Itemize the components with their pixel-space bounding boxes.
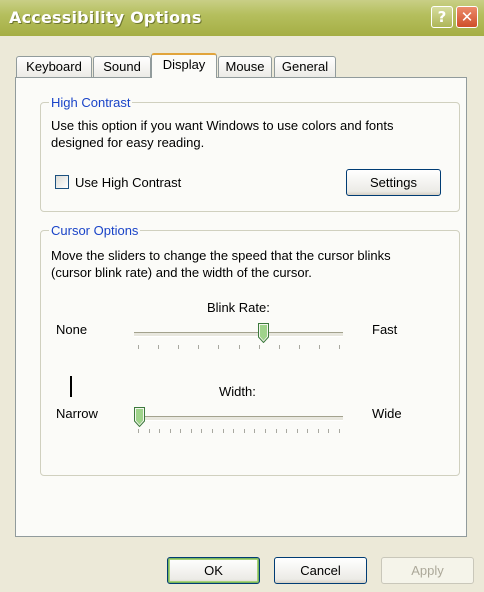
slider-tick <box>318 429 319 433</box>
slider-tick <box>201 429 202 433</box>
slider-tick <box>212 429 213 433</box>
width-track <box>134 416 343 421</box>
width-ticks <box>138 429 340 434</box>
tab-sound[interactable]: Sound <box>93 56 151 77</box>
slider-tick <box>159 429 160 433</box>
tab-display[interactable]: Display <box>151 53 217 78</box>
high-contrast-description-line2: designed for easy reading. <box>51 135 205 150</box>
window-title: Accessibility Options <box>9 8 202 27</box>
cursor-preview <box>70 376 72 397</box>
cursor-options-description-line1: Move the sliders to change the speed tha… <box>51 248 391 263</box>
slider-tick <box>170 429 171 433</box>
slider-tick <box>191 429 192 433</box>
slider-tick <box>259 345 260 349</box>
blink-rate-min-label: None <box>56 322 88 337</box>
slider-tick <box>149 429 150 433</box>
apply-button[interactable]: Apply <box>381 557 474 584</box>
width-label: Width: <box>219 384 256 399</box>
width-max-label: Wide <box>372 406 402 421</box>
slider-tick <box>178 345 179 349</box>
slider-tick <box>158 345 159 349</box>
slider-tick <box>233 429 234 433</box>
high-contrast-legend: High Contrast <box>49 95 133 110</box>
cursor-options-legend: Cursor Options <box>49 223 141 238</box>
blink-rate-slider-thumb-icon[interactable] <box>258 323 269 343</box>
slider-tick <box>265 429 266 433</box>
use-high-contrast-checkbox[interactable] <box>55 175 69 189</box>
use-high-contrast-label[interactable]: Use High Contrast <box>75 174 181 191</box>
high-contrast-group: High Contrast Use this option if you wan… <box>40 95 460 212</box>
cancel-button[interactable]: Cancel <box>274 557 367 584</box>
cursor-options-description-line2: (cursor blink rate) and the width of the… <box>51 265 312 280</box>
high-contrast-description-line1: Use this option if you want Windows to u… <box>51 118 394 133</box>
tab-keyboard[interactable]: Keyboard <box>16 56 92 77</box>
blink-rate-slider[interactable] <box>134 315 343 359</box>
slider-tick <box>299 345 300 349</box>
slider-tick <box>319 345 320 349</box>
ok-button[interactable]: OK <box>167 557 260 584</box>
slider-tick <box>138 429 139 433</box>
tab-general[interactable]: General <box>274 56 336 77</box>
close-icon: ✕ <box>460 8 474 26</box>
slider-tick <box>254 429 255 433</box>
slider-tick <box>180 429 181 433</box>
slider-tick <box>286 429 287 433</box>
blink-rate-track <box>134 332 343 337</box>
slider-tick <box>297 429 298 433</box>
slider-tick <box>244 429 245 433</box>
help-icon: ? <box>437 8 447 26</box>
width-min-label: Narrow <box>56 406 98 421</box>
help-button[interactable]: ? <box>431 6 453 28</box>
slider-tick <box>328 429 329 433</box>
cursor-options-group: Cursor Options Move the sliders to chang… <box>40 223 460 476</box>
slider-tick <box>276 429 277 433</box>
slider-tick <box>138 345 139 349</box>
slider-tick <box>279 345 280 349</box>
slider-tick <box>223 429 224 433</box>
close-button[interactable]: ✕ <box>456 6 478 28</box>
blink-rate-label: Blink Rate: <box>207 300 270 315</box>
tab-mouse[interactable]: Mouse <box>218 56 272 77</box>
settings-button[interactable]: Settings <box>346 169 441 196</box>
display-tab-panel: High Contrast Use this option if you wan… <box>15 77 467 537</box>
slider-tick <box>218 345 219 349</box>
width-slider-thumb-icon[interactable] <box>134 407 145 427</box>
slider-tick <box>198 345 199 349</box>
slider-tick <box>339 345 340 349</box>
dialog-window: Accessibility Options ? ✕ Keyboard Sound… <box>0 0 484 592</box>
width-slider[interactable] <box>134 399 343 443</box>
slider-tick <box>339 429 340 433</box>
blink-rate-ticks <box>138 345 340 350</box>
blink-rate-max-label: Fast <box>372 322 398 337</box>
slider-tick <box>307 429 308 433</box>
slider-tick <box>239 345 240 349</box>
title-bar[interactable]: Accessibility Options ? ✕ <box>0 0 484 36</box>
